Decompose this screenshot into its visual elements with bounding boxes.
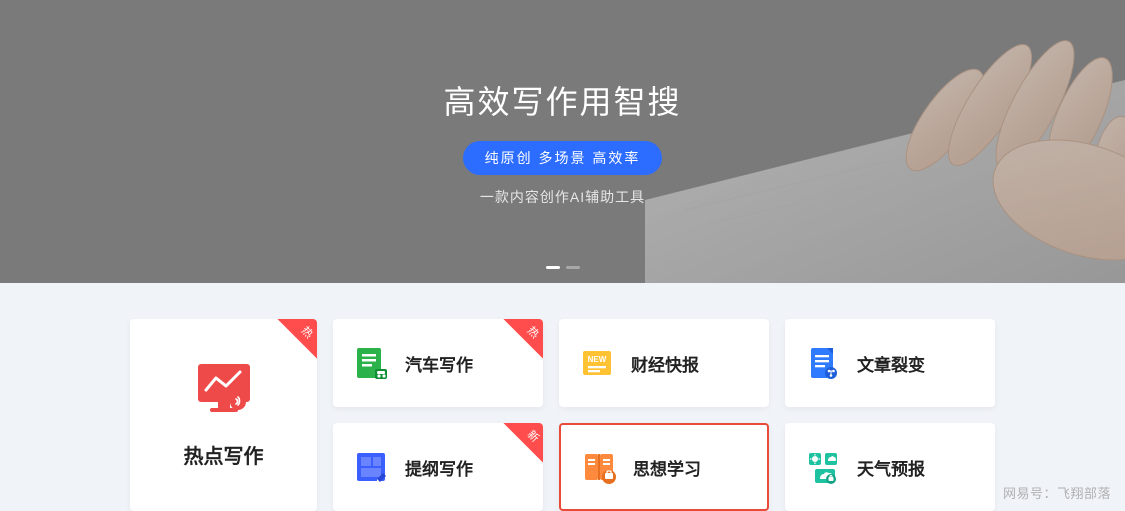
doc-blue-icon	[805, 345, 841, 381]
hero-title: 高效写作用智搜	[443, 77, 681, 123]
carousel-pager[interactable]	[546, 266, 580, 269]
card-label: 热点写作	[184, 440, 264, 469]
layout-blue-icon	[353, 449, 389, 485]
card-weather-forecast[interactable]: 天气预报	[785, 423, 995, 511]
card-outline-writing[interactable]: 新 提纲写作	[333, 423, 543, 511]
card-label: 提纲写作	[405, 455, 473, 480]
hero-background-image	[645, 0, 1125, 283]
card-label: 思想学习	[633, 455, 701, 480]
weather-icon	[805, 449, 841, 485]
pager-dot-1[interactable]	[546, 266, 560, 269]
hot-badge: 热	[503, 319, 543, 359]
card-label: 文章裂变	[857, 351, 925, 376]
new-tag-icon: NEW	[579, 345, 615, 381]
svg-text:NEW: NEW	[588, 355, 607, 364]
card-label: 天气预报	[857, 455, 925, 480]
card-article-split[interactable]: 文章裂变	[785, 319, 995, 407]
hero-pill: 纯原创 多场景 高效率	[463, 141, 663, 175]
pager-dot-2[interactable]	[566, 266, 580, 269]
new-badge: 新	[503, 423, 543, 463]
card-hot-writing[interactable]: 热 热点写作	[130, 319, 317, 511]
chart-monitor-icon	[196, 362, 252, 412]
doc-green-icon	[353, 345, 389, 381]
card-label: 汽车写作	[405, 351, 473, 376]
card-finance-news[interactable]: NEW 财经快报	[559, 319, 769, 407]
card-thought-study[interactable]: 思想学习	[559, 423, 769, 511]
book-orange-icon	[581, 449, 617, 485]
hot-badge: 热	[277, 319, 317, 359]
hero-banner: 高效写作用智搜 纯原创 多场景 高效率 一款内容创作AI辅助工具	[0, 0, 1125, 283]
watermark: 网易号：飞翔部落	[1003, 483, 1111, 502]
card-label: 财经快报	[631, 351, 699, 376]
card-car-writing[interactable]: 热 汽车写作	[333, 319, 543, 407]
category-cards: 热 热点写作 热 汽车写作	[0, 283, 1125, 511]
hero-subtitle: 一款内容创作AI辅助工具	[480, 187, 645, 207]
